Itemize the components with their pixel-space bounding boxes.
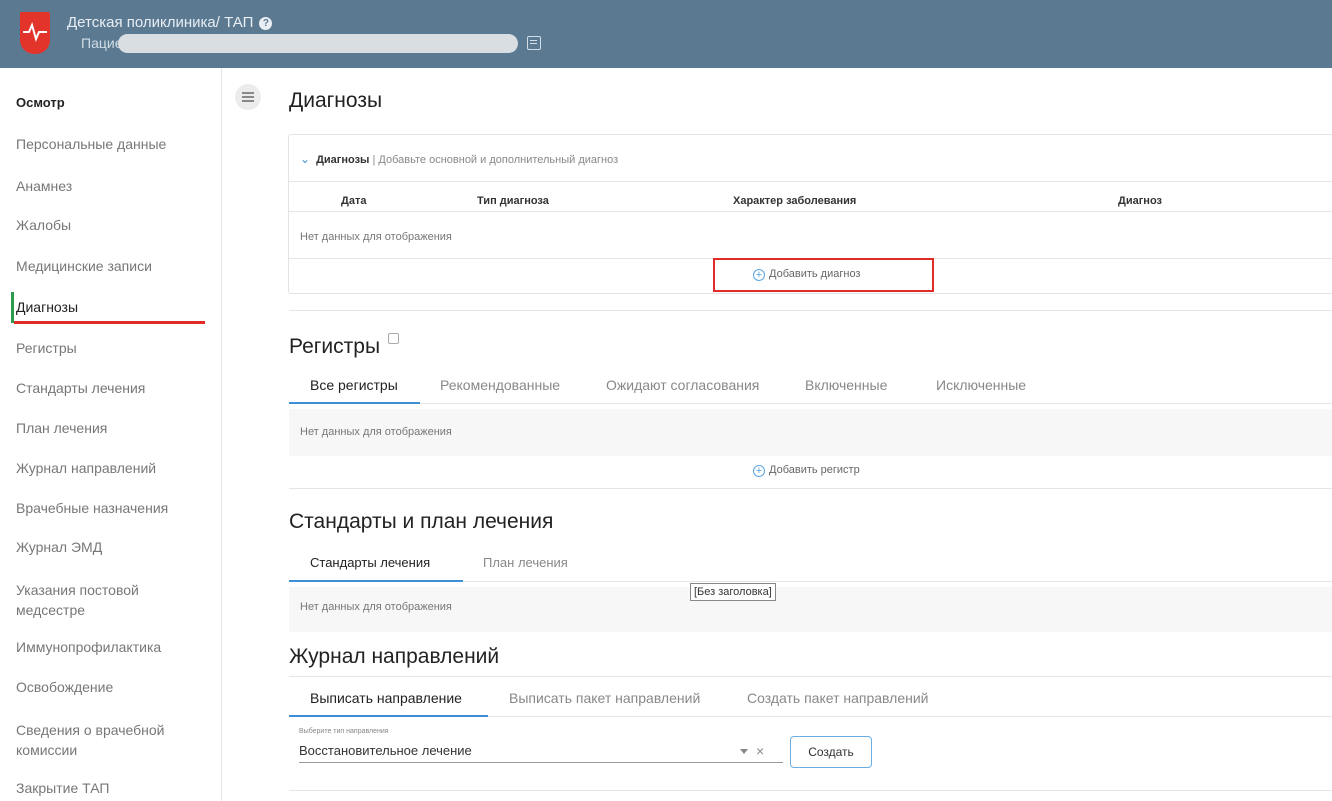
clear-icon[interactable]: ×	[756, 743, 764, 759]
chevron-down-icon[interactable]: ⌄	[300, 152, 310, 166]
diagnoses-panel-header[interactable]: ⌄ Диагнозы | Добавьте основной и дополнит…	[300, 152, 618, 166]
sidebar-item[interactable]: Закрытие ТАП	[0, 778, 221, 798]
sidebar-item[interactable]: Врачебные назначения	[0, 498, 221, 518]
active-underline	[14, 321, 205, 324]
add-register-button[interactable]: + Добавить регистр	[753, 464, 860, 477]
tab-treatment-standards[interactable]: Стандарты лечения	[310, 555, 430, 570]
patient-name-redacted	[118, 34, 518, 53]
tab-excluded[interactable]: Исключенные	[936, 377, 1026, 393]
patient-card-icon[interactable]	[527, 36, 541, 50]
registers-tab-indicator	[289, 402, 420, 404]
sidebar-item[interactable]: Указания постовой медсестре	[0, 580, 190, 620]
tab-all-registers[interactable]: Все регистры	[310, 377, 398, 393]
standards-empty: Нет данных для отображения	[300, 601, 452, 613]
column-header-date[interactable]: Дата	[341, 195, 366, 207]
sidebar-item[interactable]: Регистры	[0, 338, 221, 358]
sidebar-item[interactable]: Анамнез	[0, 176, 221, 196]
panel-title: Диагнозы	[316, 154, 370, 166]
tab-issue-referral-package[interactable]: Выписать пакет направлений	[509, 690, 700, 706]
dropdown-arrow-icon[interactable]	[740, 749, 748, 754]
sidebar-item[interactable]: Осмотр	[0, 93, 221, 113]
heartbeat-icon	[23, 22, 47, 42]
diagnoses-title: Диагнозы	[289, 89, 383, 112]
registers-title: Регистры	[289, 333, 400, 359]
panel-subtitle: | Добавьте основной и дополнительный диа…	[372, 154, 619, 166]
column-header-type[interactable]: Тип диагноза	[477, 195, 549, 207]
tab-awaiting-approval[interactable]: Ожидают согласования	[606, 377, 759, 393]
diagnoses-empty: Нет данных для отображения	[300, 231, 452, 243]
registers-title-text: Регистры	[289, 335, 381, 358]
menu-toggle-icon[interactable]	[235, 84, 261, 110]
column-header-diagnosis[interactable]: Диагноз	[1118, 195, 1162, 207]
app-header: Детская поликлиника/ ТАП? Пациент	[0, 0, 1332, 68]
referrals-tab-indicator	[289, 715, 488, 717]
external-link-icon[interactable]	[388, 333, 400, 344]
sidebar-item[interactable]: Медицинские записи	[0, 256, 221, 276]
add-register-label: Добавить регистр	[769, 464, 860, 476]
sidebar-item[interactable]: Жалобы	[0, 215, 221, 235]
standards-tab-indicator	[289, 580, 463, 582]
referral-type-label: Выберите тип направления	[299, 728, 389, 735]
standards-title: Стандарты и план лечения	[289, 510, 554, 533]
sidebar-item[interactable]: Стандарты лечения	[0, 378, 221, 398]
app-title: Детская поликлиника/ ТАП?	[67, 14, 273, 31]
tab-create-referral-package[interactable]: Создать пакет направлений	[747, 690, 928, 706]
column-header-character[interactable]: Характер заболевания	[733, 195, 856, 207]
registers-empty: Нет данных для отображения	[300, 426, 452, 438]
help-icon[interactable]: ?	[259, 17, 273, 30]
tab-treatment-plan[interactable]: План лечения	[483, 555, 568, 570]
create-button[interactable]: Создать	[790, 736, 872, 768]
tab-recommended[interactable]: Рекомендованные	[440, 377, 560, 393]
tab-included[interactable]: Включенные	[805, 377, 887, 393]
app-logo[interactable]	[20, 12, 50, 54]
sidebar-item[interactable]: План лечения	[0, 418, 221, 438]
sidebar-item[interactable]: Освобождение	[0, 677, 221, 697]
highlight-box	[713, 258, 934, 292]
sidebar-item[interactable]: Журнал направлений	[0, 458, 221, 478]
sidebar-item[interactable]: Журнал ЭМД	[0, 537, 221, 557]
referral-type-select[interactable]: Восстановительное лечение	[299, 743, 472, 758]
app-title-text: Детская поликлиника/ ТАП	[67, 14, 254, 31]
sidebar-item[interactable]: Сведения о врачебной комиссии	[0, 720, 190, 760]
referrals-title: Журнал направлений	[289, 645, 500, 668]
plus-circle-icon: +	[753, 465, 765, 477]
tab-issue-referral[interactable]: Выписать направление	[310, 690, 462, 706]
tooltip: [Без заголовка]	[690, 583, 776, 601]
referral-type-underline	[299, 762, 783, 763]
sidebar-item[interactable]: Иммунопрофилактика	[0, 637, 221, 657]
sidebar-item[interactable]: Персональные данные	[0, 134, 221, 154]
sidebar-item[interactable]: Диагнозы	[0, 297, 221, 317]
